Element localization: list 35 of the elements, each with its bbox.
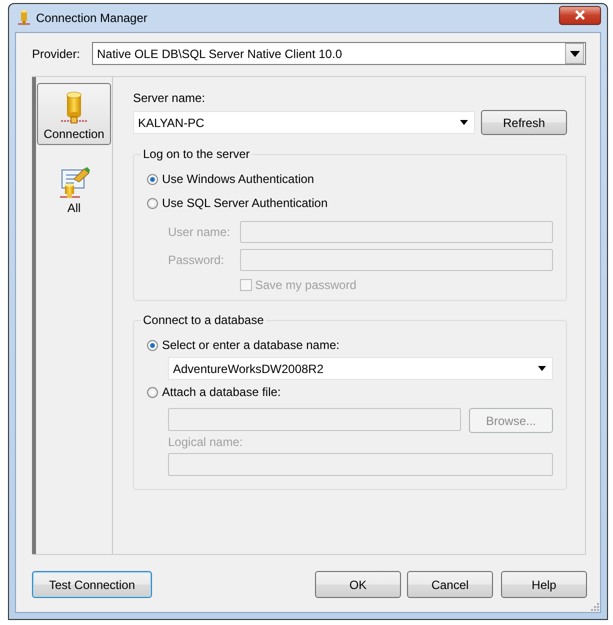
radio-button[interactable] [147, 174, 158, 184]
radio-button[interactable] [147, 340, 158, 350]
field-label: User name: [168, 225, 232, 239]
radio-label[interactable]: Use Windows Authentication [162, 172, 314, 186]
field-label: Password: [168, 253, 226, 267]
document-database-drawing [58, 167, 90, 199]
dialog-button[interactable]: Cancel [407, 571, 493, 598]
app-icon [18, 10, 30, 26]
radio-label[interactable]: Attach a database file: [162, 385, 281, 399]
radio-button[interactable] [147, 386, 158, 398]
provider-dropdown[interactable]: Native OLE DB\SQL Server Native Client 10.0 [92, 42, 586, 65]
dropdown-arrow-icon [570, 50, 580, 56]
provider-label: Provider: [32, 46, 82, 60]
radio-button[interactable] [147, 198, 158, 208]
resize-grip-icon [591, 603, 599, 611]
dialog-button[interactable]: OK [315, 571, 401, 598]
group-title: Connect to a database [142, 313, 265, 327]
refresh-button[interactable]: Refresh [481, 110, 567, 135]
sidebar-item[interactable]: All [37, 157, 111, 219]
dropdown-arrow-icon [460, 120, 468, 125]
radio-label[interactable]: Use SQL Server Authentication [162, 196, 328, 210]
close-icon [574, 10, 586, 20]
database-icon [59, 91, 89, 125]
dialog-button[interactable]: Help [501, 571, 587, 598]
database-name-dropdown[interactable]: AdventureWorksDW2008R2 [168, 357, 553, 380]
server-name-label: Server name: [133, 91, 206, 105]
group-title: Log on to the server [142, 147, 251, 161]
dialog-button[interactable]: Test Connection [32, 571, 152, 598]
server-name-dropdown[interactable]: KALYAN-PC [133, 111, 475, 134]
dropdown-arrow-icon [538, 366, 546, 371]
close-button[interactable] [559, 6, 601, 24]
window-title: Connection Manager [36, 11, 148, 25]
sidebar-item[interactable]: Connection [37, 83, 111, 145]
field-label: Logical name: [168, 435, 244, 449]
radio-label[interactable]: Select or enter a database name: [162, 338, 340, 352]
